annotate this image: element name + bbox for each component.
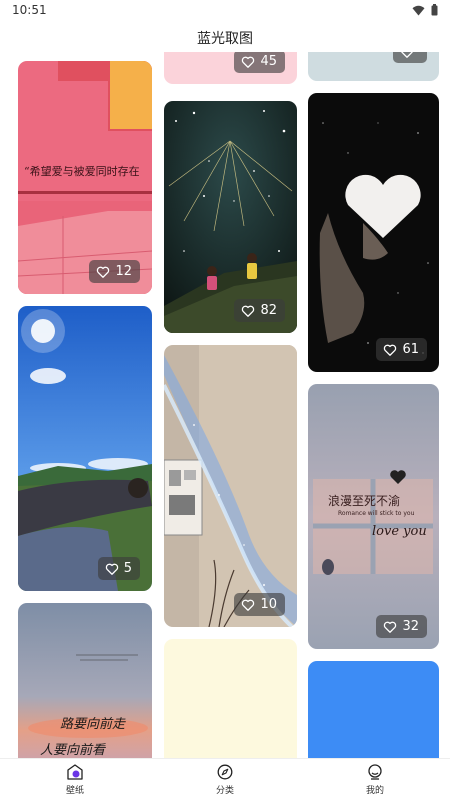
- wifi-icon: [412, 5, 425, 15]
- like-badge[interactable]: 61: [376, 338, 427, 361]
- status-bar: 10:51: [0, 0, 450, 22]
- nav-item-category[interactable]: 分类: [150, 759, 300, 800]
- nav-label: 壁纸: [65, 785, 84, 796]
- card-pink-wall[interactable]: “希望爱与被爱同时存在 12: [18, 61, 152, 294]
- card-caption-small: Romance will stick to you: [338, 510, 415, 517]
- card-blue[interactable]: [308, 661, 439, 758]
- card-sunset-text[interactable]: 路要向前走 人要向前看: [18, 603, 152, 758]
- card-top-center[interactable]: 45: [164, 52, 297, 84]
- like-badge[interactable]: [393, 52, 427, 63]
- like-count: 32: [402, 619, 419, 634]
- status-icons: [412, 4, 438, 16]
- heart-icon: [97, 266, 110, 278]
- app-title: 蓝光取图: [197, 31, 253, 47]
- nav-item-profile[interactable]: 我的: [300, 759, 450, 800]
- heart-icon: [242, 599, 255, 611]
- heart-icon: [242, 305, 255, 317]
- card-top-right[interactable]: [308, 52, 439, 81]
- wallpaper-grid[interactable]: 45 “希望爱与被爱同时存在 12 82 61 5 10 浪漫至死不渝 Roma…: [0, 52, 450, 758]
- like-badge[interactable]: 32: [376, 615, 427, 638]
- heart-icon: [384, 621, 397, 633]
- card-love-you[interactable]: 浪漫至死不渝 Romance will stick to you love yo…: [308, 384, 439, 649]
- compass-icon: [217, 764, 233, 779]
- like-count: 12: [115, 264, 132, 279]
- heart-icon: [242, 56, 255, 68]
- like-badge[interactable]: 10: [234, 593, 285, 616]
- heart-icon: [384, 344, 397, 356]
- like-badge[interactable]: 45: [234, 52, 285, 73]
- nav-item-wallpaper[interactable]: 壁纸: [0, 759, 150, 800]
- like-count: 45: [260, 54, 277, 69]
- like-count: 82: [260, 303, 277, 318]
- like-badge[interactable]: 5: [97, 557, 140, 580]
- card-caption-main: 路要向前走: [60, 717, 126, 732]
- like-count: 5: [123, 561, 132, 576]
- card-caption-sub: 人要向前看: [40, 743, 106, 758]
- nav-label: 我的: [365, 785, 384, 796]
- profile-icon: [368, 763, 382, 780]
- card-caption-en: love you: [372, 524, 427, 539]
- status-time: 10:51: [12, 3, 47, 17]
- card-caption: “希望爱与被爱同时存在: [24, 165, 140, 178]
- card-cream[interactable]: [164, 639, 297, 758]
- heart-icon: [105, 563, 118, 575]
- card-galaxy-room[interactable]: 10: [164, 345, 297, 627]
- like-badge[interactable]: 82: [234, 299, 285, 322]
- card-caption-main: 浪漫至死不渝: [328, 494, 401, 508]
- like-badge[interactable]: 12: [89, 260, 140, 283]
- card-starry-kids[interactable]: 82: [164, 101, 297, 333]
- like-count: 10: [260, 597, 277, 612]
- battery-icon: [431, 4, 438, 16]
- nav-label: 分类: [215, 785, 234, 796]
- card-sky-lying[interactable]: 5: [18, 306, 152, 591]
- wallpaper-icon: [67, 763, 83, 780]
- bottom-nav: 壁纸 分类 我的: [0, 758, 450, 800]
- heart-icon: [401, 52, 413, 58]
- like-count: 61: [402, 342, 419, 357]
- card-heart-hand[interactable]: 61: [308, 93, 439, 372]
